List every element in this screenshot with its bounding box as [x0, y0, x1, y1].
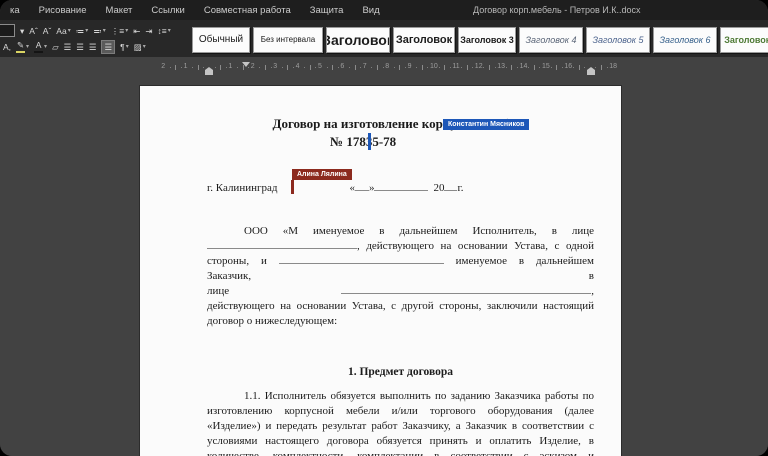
- style-option-4[interactable]: Заголовок: [393, 27, 455, 53]
- text-line: договор о нижеследующем:: [207, 314, 594, 329]
- text-line: , действующего на основании Устава, с од…: [207, 239, 594, 254]
- text-line: 1.1. Исполнитель обязуется выполнить по …: [207, 389, 594, 404]
- blank-line: [374, 181, 428, 191]
- title-bar: ка Рисование Макет Ссылки Совместная работа З…: [0, 0, 768, 20]
- menu-item[interactable]: ка: [10, 5, 20, 16]
- toolbar-row-2: A, ✎▾ A▾ ▱ ☰ ☰ ☰ ☰ ¶▾ ▨▾: [0, 40, 192, 54]
- align-center-icon[interactable]: ☰: [76, 42, 84, 52]
- bullet-list-icon[interactable]: ≔▾: [76, 26, 89, 36]
- decrease-indent-icon[interactable]: ⇤: [133, 26, 140, 36]
- menu-item[interactable]: Ссылки: [151, 5, 184, 16]
- grow-font-icon[interactable]: Aˆ: [29, 26, 38, 36]
- clause-1-1-paragraph: 1.1. Исполнитель обязуется выполнить по …: [207, 389, 594, 456]
- style-option-7[interactable]: Заголовок 5: [586, 27, 650, 53]
- highlight-color-icon[interactable]: ✎▾: [16, 40, 29, 53]
- paragraph-mark-icon[interactable]: ¶▾: [120, 42, 129, 52]
- document-title: Договор корп.мебель - Петров И.К..docx: [473, 0, 641, 20]
- style-gallery: ОбычныйБез интервалаЗаголовокЗаголовокЗа…: [192, 20, 768, 57]
- menu-item[interactable]: Рисование: [39, 5, 87, 16]
- multilevel-list-icon[interactable]: ⋮≡▾: [111, 26, 128, 36]
- shading-icon[interactable]: ▨▾: [134, 42, 146, 52]
- style-option-9[interactable]: Заголовок 7: [720, 27, 768, 53]
- text-line: изготовлению корпусной мебели и/или торг…: [207, 404, 594, 419]
- text-line: лице ,: [207, 284, 594, 299]
- style-option-2[interactable]: Без интервала: [253, 27, 323, 53]
- numbered-list-icon[interactable]: ≕▾: [93, 26, 106, 36]
- format-icons: ▾ Aˆ Aˇ Aa▾ ≔▾ ≕▾ ⋮≡▾ ⇤ ⇥ ↕≡▾ A, ✎▾ A▾ ▱ ☰ ☰ ☰ ☰ ¶▾ ▨▾: [0, 24, 192, 54]
- place-date-line: г. Калининград«»20г.: [207, 181, 594, 194]
- document-page[interactable]: Договор на изготовление корпусной мебели…: [140, 86, 621, 456]
- align-left-icon[interactable]: ☰: [64, 42, 72, 52]
- workspace: 211234567891011121314151618 Договор на и…: [0, 57, 768, 456]
- text-line: количестве, комплектности, комплектации …: [207, 449, 594, 456]
- collaborator-badge: Алина Лялина: [292, 169, 352, 180]
- text-line: стороны, и именуемое в дальнейшем Заказч…: [207, 254, 594, 284]
- blank-line: [279, 254, 444, 264]
- blank-line: [341, 284, 591, 294]
- app-window: ка Рисование Макет Ссылки Совместная работа З…: [0, 0, 768, 456]
- right-indent-marker[interactable]: [587, 67, 595, 75]
- shrink-font-icon[interactable]: Aˇ: [43, 26, 52, 36]
- toolbar-row-1: ▾ Aˆ Aˇ Aa▾ ≔▾ ≕▾ ⋮≡▾ ⇤ ⇥ ↕≡▾: [0, 24, 192, 38]
- collaborator-badge: Константин Мясников: [443, 119, 529, 130]
- text-line: ООО «М именуемое в дальнейшем Исполнител…: [207, 224, 594, 239]
- text-line: «Изделие») и передать результат работ За…: [207, 419, 594, 434]
- style-option-1[interactable]: Обычный: [192, 27, 250, 53]
- menu-item[interactable]: Защита: [310, 5, 344, 16]
- font-color-icon[interactable]: A▾: [34, 40, 47, 53]
- eraser-icon[interactable]: ▱: [52, 42, 59, 52]
- left-indent-marker[interactable]: [205, 67, 213, 75]
- font-size-select[interactable]: [3, 24, 15, 37]
- ruler: 211234567891011121314151618: [0, 59, 768, 75]
- contract-title-line1: Договор на изготовление корпусной мебели: [207, 116, 594, 132]
- menu-item[interactable]: Вид: [362, 5, 379, 16]
- text-line: действующего на основании Устава, с друг…: [207, 299, 594, 314]
- increase-indent-icon[interactable]: ⇥: [145, 26, 152, 36]
- clear-formatting-icon[interactable]: A,: [3, 42, 11, 52]
- section-heading: 1. Предмет договора: [207, 366, 594, 378]
- toolbar: ▾ Aˆ Aˇ Aa▾ ≔▾ ≕▾ ⋮≡▾ ⇤ ⇥ ↕≡▾ A, ✎▾ A▾ ▱ ☰ ☰ ☰ ☰ ¶▾ ▨▾ Обы…: [0, 20, 768, 57]
- menu-bar: ка Рисование Макет Ссылки Совместная работа З…: [0, 5, 380, 16]
- blank-line: [444, 181, 457, 191]
- line-spacing-icon[interactable]: ↕≡▾: [157, 26, 170, 36]
- change-case-icon[interactable]: Aa▾: [56, 26, 70, 36]
- collaborator-caret: [291, 180, 294, 194]
- font-size-dropdown-icon[interactable]: ▾: [20, 26, 24, 36]
- blank-line: [355, 181, 369, 191]
- style-option-8[interactable]: Заголовок 6: [653, 27, 717, 53]
- style-option-5[interactable]: Заголовок 3: [458, 27, 516, 53]
- contract-title-line2: № 17835-78: [330, 134, 396, 150]
- menu-item[interactable]: Совместная работа: [204, 5, 291, 16]
- style-option-3[interactable]: Заголовок: [326, 27, 390, 53]
- align-right-icon[interactable]: ☰: [89, 42, 97, 52]
- menu-item[interactable]: Макет: [106, 5, 133, 16]
- style-option-6[interactable]: Заголовок 4: [519, 27, 583, 53]
- align-justify-icon[interactable]: ☰: [101, 40, 115, 54]
- text-line: условиями настоящего договора обязуется …: [207, 434, 594, 449]
- collaborator-caret: [368, 133, 371, 150]
- blank-line: [207, 239, 357, 249]
- preamble-paragraph: ООО «М именуемое в дальнейшем Исполнител…: [207, 224, 594, 329]
